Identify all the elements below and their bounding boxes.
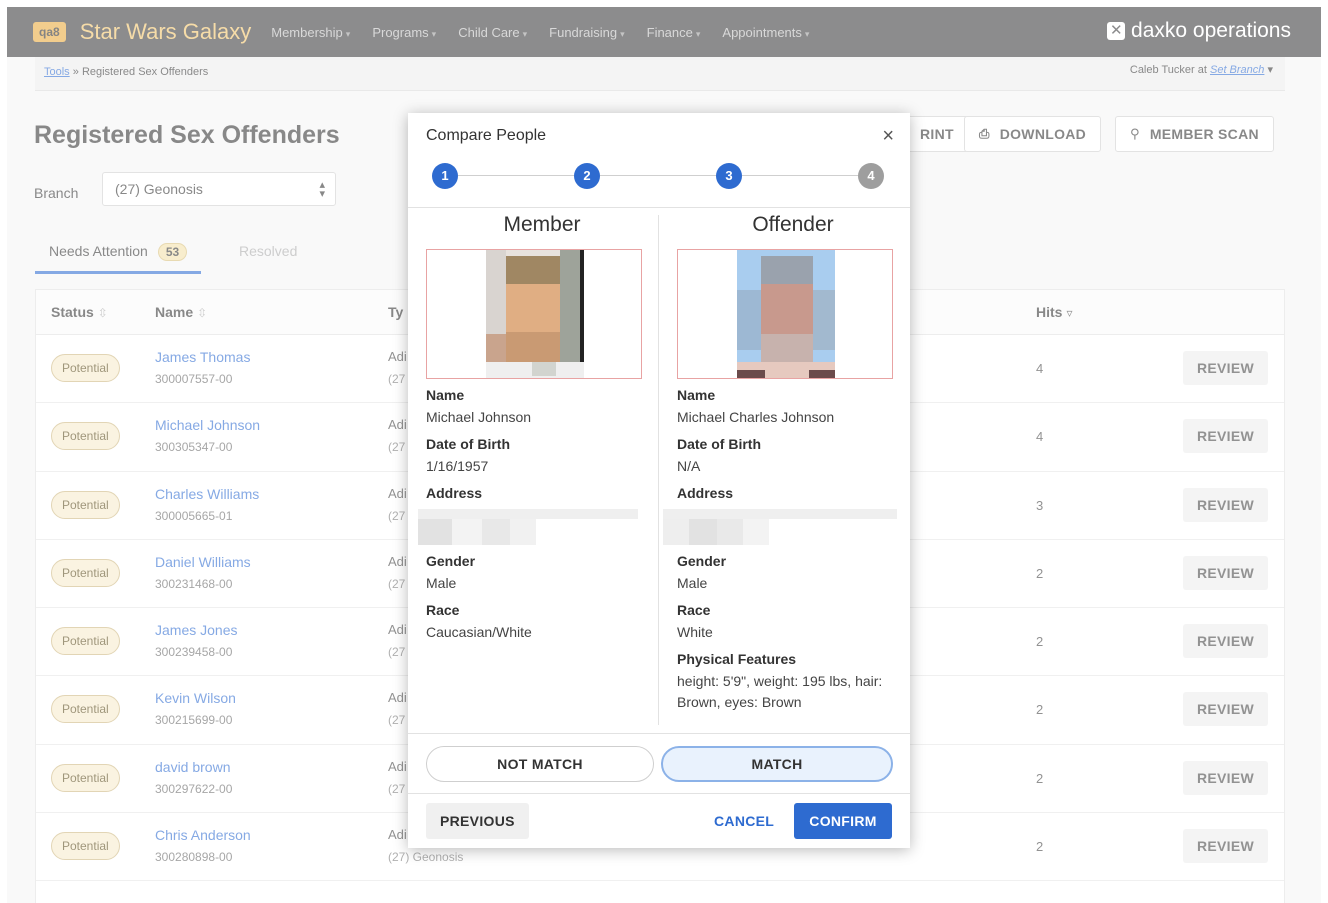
previous-button[interactable]: PREVIOUS [426, 803, 529, 839]
member-address-label: Address [426, 485, 483, 501]
match-button[interactable]: MATCH [661, 746, 893, 782]
member-name-value: Michael Johnson [426, 409, 532, 425]
step-3: 3 [716, 163, 742, 189]
body-divider [408, 733, 910, 734]
step-1: 1 [432, 163, 458, 189]
offender-race-value: White [677, 624, 713, 640]
offender-photo [677, 249, 893, 379]
member-race-label: Race [426, 602, 460, 618]
offender-race-label: Race [677, 602, 711, 618]
member-column: Member Name Michael Johnson Date of Birt… [418, 213, 658, 643]
member-photo [426, 249, 642, 379]
offender-dob-label: Date of Birth [677, 436, 761, 452]
redaction-block [418, 509, 638, 545]
offender-address-redacted [663, 507, 909, 545]
redaction-block [663, 509, 897, 545]
step-connector [458, 175, 574, 176]
compare-people-dialog: Compare People × 1 2 3 4 Member Name Mic… [408, 113, 910, 848]
member-gender-label: Gender [426, 553, 476, 569]
step-4: 4 [858, 163, 884, 189]
match-choice-group: NOT MATCH MATCH [426, 746, 894, 782]
close-icon[interactable]: × [882, 125, 894, 148]
offender-name-value: Michael Charles Johnson [677, 409, 835, 425]
offender-name-label: Name [677, 387, 716, 403]
member-address-redacted [418, 507, 658, 545]
member-dob-value: 1/16/1957 [426, 458, 489, 474]
offender-column: Offender Name Michael Charles Johnson Da… [663, 213, 909, 713]
member-dob-label: Date of Birth [426, 436, 510, 452]
step-2: 2 [574, 163, 600, 189]
cancel-button[interactable]: CANCEL [708, 803, 780, 839]
confirm-button[interactable]: CONFIRM [794, 803, 892, 839]
offender-photo-image [737, 250, 835, 378]
step-connector [600, 175, 716, 176]
member-gender-value: Male [426, 575, 457, 591]
offender-gender-value: Male [677, 575, 708, 591]
column-divider [658, 215, 659, 725]
dialog-title: Compare People [426, 127, 547, 144]
step-connector [742, 175, 858, 176]
footer-divider [408, 793, 910, 794]
offender-dob-value: N/A [677, 458, 701, 474]
progress-stepper: 1 2 3 4 [432, 163, 886, 189]
member-heading: Member [503, 213, 581, 236]
member-photo-image [486, 250, 584, 378]
member-name-label: Name [426, 387, 465, 403]
not-match-button[interactable]: NOT MATCH [426, 746, 654, 782]
offender-heading: Offender [752, 213, 834, 236]
offender-features-value: height: 5'9", weight: 195 lbs, hair: Bro… [677, 673, 883, 710]
offender-gender-label: Gender [677, 553, 727, 569]
offender-address-label: Address [677, 485, 734, 501]
header-divider [408, 207, 910, 208]
offender-features-label: Physical Features [677, 651, 797, 667]
member-race-value: Caucasian/White [426, 624, 532, 640]
